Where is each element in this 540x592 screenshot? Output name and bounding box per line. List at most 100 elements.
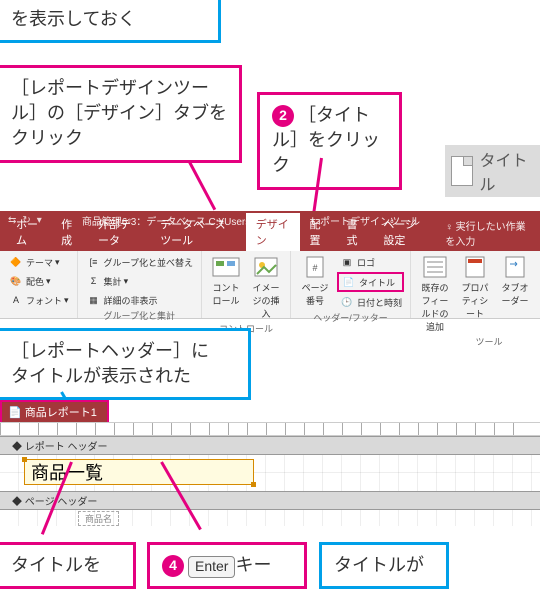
badge-4: 4	[162, 555, 184, 577]
horizontal-ruler	[0, 422, 540, 436]
fonts-label: フォント	[26, 294, 62, 307]
hide-details-label: 詳細の非表示	[104, 294, 158, 307]
group-grouping-label: グループ化と集計	[84, 309, 195, 324]
arrow-step1	[188, 161, 216, 210]
pagenum-icon: #	[301, 255, 329, 279]
group-sort-button[interactable]: [≡グループ化と並べ替え	[84, 253, 195, 271]
image-label: イメージの挿入	[252, 281, 280, 320]
tab-tellme-text: 実行したい作業を入力	[445, 222, 525, 248]
ribbon-tabs: ホーム 作成 外部データ データベースツール デザイン 配置 書式 ページ設定 …	[0, 229, 540, 251]
enter-key: Enter	[188, 556, 235, 578]
svg-text:#: #	[313, 263, 318, 273]
controls-button[interactable]: コントロール	[208, 253, 244, 309]
quick-access-toolbar[interactable]: ⇆ ↻ ▾	[8, 215, 42, 226]
group-tools-label: ツール	[417, 335, 540, 350]
ribbon-area: ⇆ ↻ ▾ 商品管理6-3：データベース C:¥Users レポートデザインツー…	[0, 211, 540, 319]
taborder-button[interactable]: タブオーダー	[497, 253, 533, 309]
group-controls: コントロール イメージの挿入 コントロール	[202, 251, 291, 318]
pagenum-label: ページ番号	[301, 281, 329, 307]
section-ph-label: ページ ヘッダー	[25, 497, 98, 508]
logo-button[interactable]: ▣ロゴ	[337, 253, 404, 271]
title-icon	[451, 156, 473, 186]
callout-step4: 4Enterキー	[147, 542, 307, 589]
document-tab-text: 商品レポート1	[25, 407, 97, 419]
callout-step3-text: タイトルを	[11, 555, 101, 575]
clock-icon: 🕒	[339, 294, 355, 310]
title-big-label: タイトル	[479, 147, 534, 195]
propsheet-icon	[461, 255, 489, 279]
logo-icon: ▣	[339, 254, 355, 270]
colors-label: 配色	[26, 275, 44, 288]
qat-dropdown-icon[interactable]: ▾	[37, 215, 42, 226]
group-sort-label: グループ化と並べ替え	[104, 256, 193, 269]
badge-2: 2	[272, 105, 294, 127]
callout-step3: タイトルを	[0, 542, 136, 589]
document-tab[interactable]: 📄 商品レポート1	[0, 400, 109, 422]
callout-step2: 2［タイトル］をクリック	[257, 92, 402, 190]
themes-icon: 🔶	[8, 254, 24, 270]
colors-button[interactable]: 🎨配色▾	[6, 272, 71, 290]
tab-design[interactable]: デザイン	[246, 213, 300, 251]
title-small-icon: 📄	[341, 274, 357, 290]
totals-button[interactable]: Σ集計▾	[84, 272, 195, 290]
tab-tellme[interactable]: ♀ 実行したい作業を入力	[435, 215, 540, 251]
sigma-icon: Σ	[86, 273, 102, 289]
page-header-area[interactable]: 商品名	[0, 510, 540, 526]
propsheet-button[interactable]: プロパティシート	[457, 253, 493, 322]
datetime-label: 日付と時刻	[357, 296, 402, 309]
callout-step1: ［レポートデザインツール］の［デザイン］タブをクリック	[0, 65, 242, 163]
themes-button[interactable]: 🔶テーマ▾	[6, 253, 71, 271]
addfields-icon	[421, 255, 449, 279]
group-tools: 既存のフィールドの追加 プロパティシート タブオーダー 📊 ≡ ▭ ツール	[411, 251, 540, 318]
controls-label: コントロール	[212, 281, 240, 307]
design-surface: 📄 商品レポート1 ◆ レポート ヘッダー 商品一覧 ◆ ページ ヘッダー 商品…	[0, 400, 540, 526]
datetime-button[interactable]: 🕒日付と時刻	[337, 293, 404, 311]
fonts-button[interactable]: Aフォント▾	[6, 291, 71, 309]
field-label[interactable]: 商品名	[78, 511, 119, 526]
qat-redo-icon[interactable]: ↻	[22, 215, 30, 226]
callout-step1-text: ［レポートデザインツール］の［デザイン］タブをクリック	[11, 78, 227, 148]
hide-details-button[interactable]: ▦詳細の非表示	[84, 291, 195, 309]
section-report-header[interactable]: ◆ レポート ヘッダー	[0, 436, 540, 455]
callout-step4-tail: キー	[235, 555, 271, 575]
addfields-button[interactable]: 既存のフィールドの追加	[417, 253, 453, 335]
callout-bottom-text: タイトルが	[334, 555, 424, 575]
propsheet-label: プロパティシート	[461, 281, 489, 320]
context-tab-title: レポートデザインツール	[310, 213, 420, 228]
callout-text: を表示しておく	[11, 9, 136, 29]
hide-details-icon: ▦	[86, 292, 102, 308]
themes-label: テーマ	[26, 256, 53, 269]
group-themes: 🔶テーマ▾ 🎨配色▾ Aフォント▾	[0, 251, 78, 318]
logo-label: ロゴ	[357, 256, 375, 269]
addfields-label: 既存のフィールドの追加	[421, 281, 449, 333]
controls-icon	[212, 255, 240, 279]
ribbon-body: 🔶テーマ▾ 🎨配色▾ Aフォント▾ [≡グループ化と並べ替え Σ集計▾ ▦詳細の…	[0, 251, 540, 319]
window-title: 商品管理6-3：データベース C:¥Users	[82, 213, 250, 228]
qat-undo-icon[interactable]: ⇆	[8, 215, 16, 226]
section-rh-label: レポート ヘッダー	[25, 442, 108, 453]
callout-bottom-result: タイトルが	[319, 542, 449, 589]
pagenum-button[interactable]: # ページ番号	[297, 253, 333, 309]
section-page-header[interactable]: ◆ ページ ヘッダー	[0, 491, 540, 510]
title-label: タイトル	[359, 276, 395, 289]
callout-result: ［レポートヘッダー］に タイトルが表示された	[0, 328, 251, 400]
report-header-area[interactable]: 商品一覧	[0, 455, 540, 491]
title-button[interactable]: 📄タイトル	[337, 272, 404, 292]
group-headerfooter: # ページ番号 ▣ロゴ 📄タイトル 🕒日付と時刻 ヘッダー/フッター	[291, 251, 411, 318]
group-grouping: [≡グループ化と並べ替え Σ集計▾ ▦詳細の非表示 グループ化と集計	[78, 251, 202, 318]
fonts-icon: A	[8, 292, 24, 308]
group-themes-label	[6, 309, 71, 321]
image-icon	[252, 255, 280, 279]
group-headerfooter-label: ヘッダー/フッター	[297, 311, 404, 326]
colors-icon: 🎨	[8, 273, 24, 289]
taborder-label: タブオーダー	[501, 281, 529, 307]
title-control[interactable]: 商品一覧	[24, 459, 254, 485]
taborder-icon	[501, 255, 529, 279]
callout-result-l1: ［レポートヘッダー］に	[11, 339, 236, 364]
callout-precondition: を表示しておく	[0, 0, 221, 43]
group-sort-icon: [≡	[86, 254, 102, 270]
title-big-button[interactable]: タイトル	[445, 145, 540, 197]
insert-image-button[interactable]: イメージの挿入	[248, 253, 284, 322]
callout-result-l2: タイトルが表示された	[11, 364, 236, 389]
totals-label: 集計	[104, 275, 122, 288]
